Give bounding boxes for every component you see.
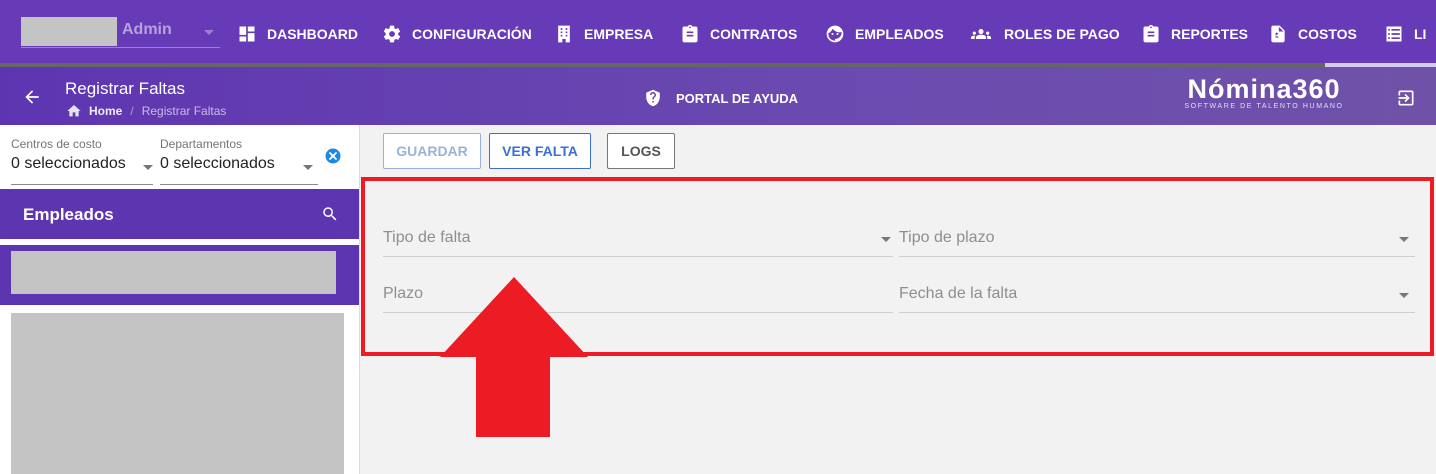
nav-empresa[interactable]: EMPRESA — [554, 22, 653, 46]
absence-type-label: Tipo de falta — [383, 229, 471, 246]
employee-list-redacted — [11, 313, 344, 474]
page-title: Registrar Faltas — [65, 79, 185, 98]
nav-listas[interactable]: LI — [1384, 22, 1426, 46]
clipboard-icon — [682, 24, 698, 43]
help-badge-icon — [646, 89, 660, 107]
chevron-down-icon — [1399, 293, 1409, 298]
nav-empleados-label: EMPLEADOS — [855, 26, 944, 42]
list-icon — [1386, 26, 1402, 42]
employee-sidebar: Centros de costo 0 seleccionados Departa… — [0, 125, 360, 474]
chevron-down-icon — [303, 165, 313, 170]
search-icon[interactable] — [321, 205, 339, 223]
employees-title: Empleados — [23, 205, 114, 224]
arrow-up-annotation — [440, 277, 588, 437]
chevron-down-icon — [143, 165, 153, 170]
logs-button[interactable]: LOGS — [607, 133, 675, 169]
absence-date-select[interactable]: Fecha de la falta — [899, 273, 1415, 313]
absence-date-label: Fecha de la falta — [899, 285, 1018, 302]
brand-name: Nómina360 — [1187, 74, 1341, 104]
page-header: Registrar Faltas Home / Registrar Faltas… — [0, 67, 1436, 125]
chevron-down-icon — [204, 30, 214, 35]
term-type-select[interactable]: Tipo de plazo — [899, 217, 1415, 257]
department-label: Departamentos — [160, 137, 243, 151]
employees-header: Empleados — [0, 189, 359, 239]
save-button[interactable]: GUARDAR — [383, 133, 481, 169]
breadcrumb-separator: / — [130, 104, 134, 118]
breadcrumb-home[interactable]: Home — [89, 104, 122, 118]
nav-reportes-label: REPORTES — [1171, 26, 1249, 42]
cost-center-value: 0 seleccionados — [11, 155, 126, 172]
nav-reportes[interactable]: REPORTES — [1141, 22, 1248, 46]
nav-dashboard-label: DASHBOARD — [267, 26, 358, 42]
gear-icon — [383, 25, 401, 43]
nav-contratos[interactable]: CONTRATOS — [680, 22, 797, 46]
selected-employee-row[interactable] — [0, 245, 359, 305]
logout-icon[interactable] — [1396, 88, 1416, 108]
cost-center-label: Centros de costo — [11, 137, 102, 151]
user-selector[interactable]: Admin — [21, 17, 220, 48]
nav-configuracion[interactable]: CONFIGURACIÓN — [382, 22, 532, 46]
help-portal-link[interactable]: PORTAL DE AYUDA — [644, 89, 798, 107]
clipboard-icon — [1143, 24, 1159, 43]
nav-costos[interactable]: COSTOS — [1268, 22, 1357, 46]
invoice-icon — [1271, 25, 1285, 43]
brand-tagline: SOFTWARE DE TALENTO HUMANO — [1184, 103, 1344, 110]
view-absence-button[interactable]: VER FALTA — [489, 133, 591, 169]
clear-filters-icon[interactable] — [324, 147, 342, 165]
department-value: 0 seleccionados — [160, 155, 275, 172]
user-name-redacted — [21, 17, 117, 46]
nav-roles-de-pago[interactable]: ROLES DE PAGO — [968, 22, 1120, 46]
group-icon — [971, 29, 991, 39]
chevron-down-icon — [881, 237, 891, 242]
nav-roles-de-pago-label: ROLES DE PAGO — [1004, 26, 1120, 42]
nav-configuracion-label: CONFIGURACIÓN — [412, 26, 532, 42]
absence-type-select[interactable]: Tipo de falta — [383, 217, 893, 257]
nav-empleados[interactable]: EMPLEADOS — [825, 22, 944, 46]
chevron-down-icon — [1399, 237, 1409, 242]
nav-empresa-label: EMPRESA — [584, 26, 654, 42]
nav-contratos-label: CONTRATOS — [710, 26, 798, 42]
building-icon — [558, 25, 570, 43]
face-icon — [826, 25, 844, 43]
dashboard-icon — [239, 26, 255, 42]
breadcrumb-current: Registrar Faltas — [141, 104, 227, 118]
help-portal-label: PORTAL DE AYUDA — [676, 90, 799, 106]
arrow-left-icon[interactable] — [22, 87, 42, 107]
cost-center-select[interactable]: Centros de costo 0 seleccionados — [11, 137, 153, 185]
user-role: Admin — [122, 21, 172, 38]
term-label: Plazo — [383, 285, 424, 302]
department-select[interactable]: Departamentos 0 seleccionados — [160, 137, 318, 185]
nav-costos-label: COSTOS — [1298, 26, 1357, 42]
home-icon — [67, 105, 81, 117]
nav-dashboard[interactable]: DASHBOARD — [237, 22, 358, 46]
employee-redacted — [11, 251, 336, 294]
brand-logo: Nómina360 SOFTWARE DE TALENTO HUMANO — [1172, 74, 1356, 110]
nav-overflow: LI — [1382, 22, 1436, 46]
breadcrumb: Home / Registrar Faltas — [66, 103, 226, 119]
top-navigation-bar: Admin DASHBOARD CONFIGURACIÓN EMPRESA CO… — [0, 0, 1436, 67]
term-type-label: Tipo de plazo — [899, 229, 995, 246]
nav-listas-label: LI — [1414, 26, 1427, 42]
